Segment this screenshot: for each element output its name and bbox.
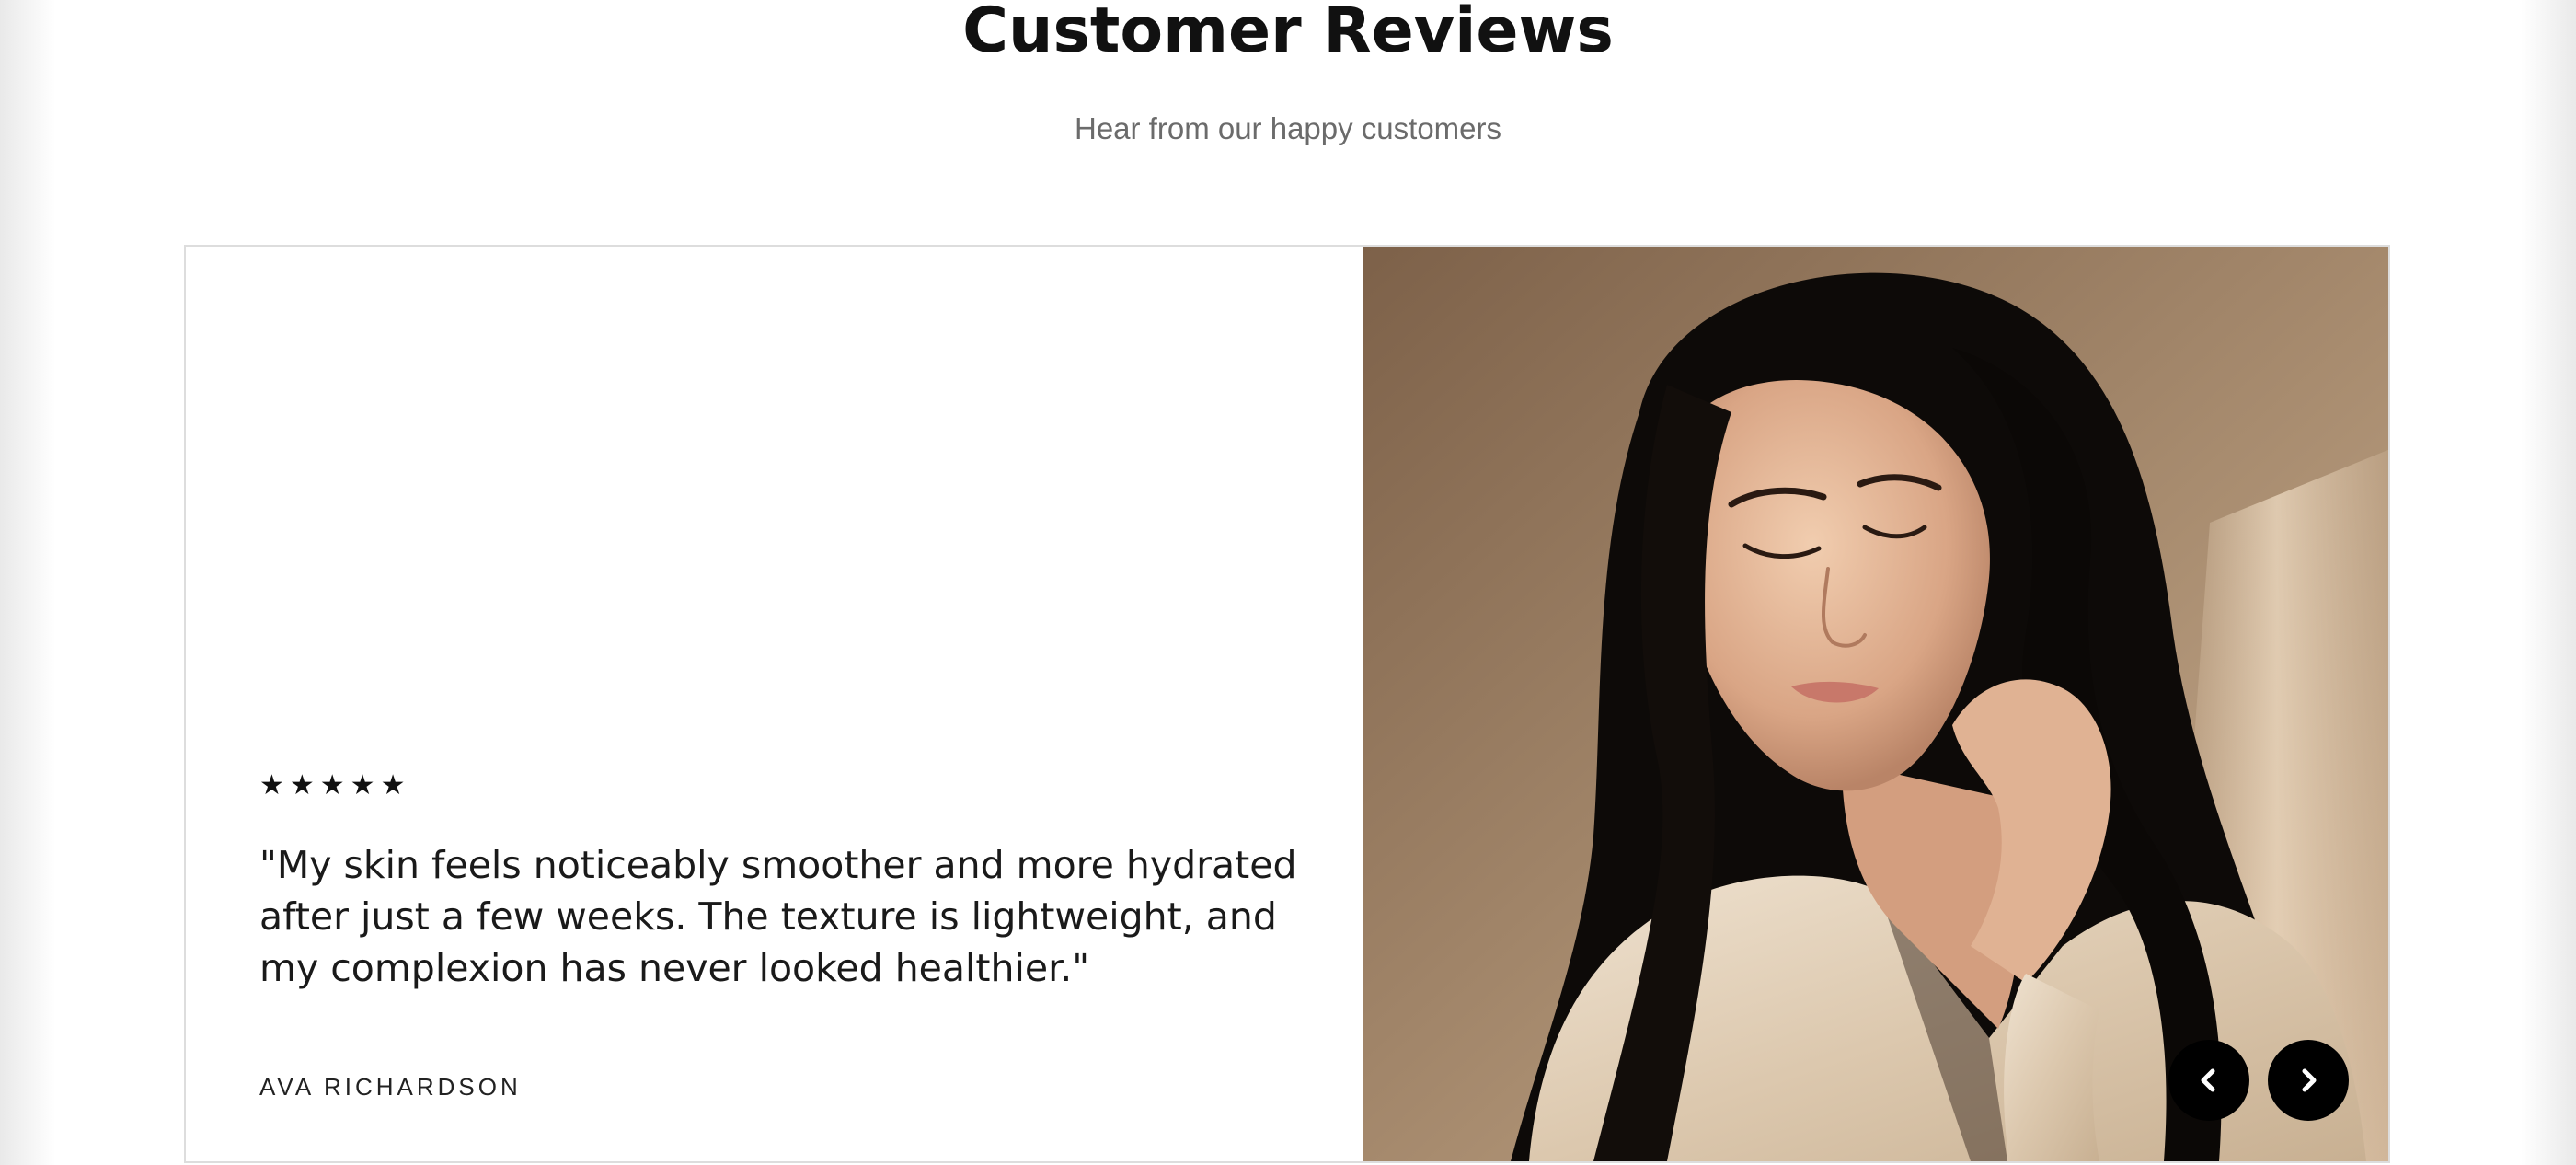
review-quote: "My skin feels noticeably smoother and m… — [259, 843, 1297, 990]
rating-stars: ★★★★★ — [259, 769, 411, 802]
review-card: ★★★★★ "My skin feels noticeably smoother… — [184, 245, 2390, 1163]
chevron-right-icon — [2302, 1068, 2317, 1092]
section-title: Customer Reviews — [962, 0, 1614, 67]
review-photo — [1363, 247, 2388, 1161]
review-photo-illustration — [1363, 247, 2388, 1161]
section-subtitle: Hear from our happy customers — [1074, 111, 1501, 145]
review-text-panel: ★★★★★ "My skin feels noticeably smoother… — [186, 247, 1362, 1161]
carousel-prev-button[interactable] — [2168, 1040, 2249, 1121]
page-shadow-left — [0, 0, 55, 1165]
chevron-left-icon — [2201, 1068, 2215, 1092]
page-shadow-right — [2521, 0, 2576, 1165]
carousel-next-button[interactable] — [2268, 1040, 2349, 1121]
reviewer-name: AVA RICHARDSON — [259, 1073, 522, 1101]
